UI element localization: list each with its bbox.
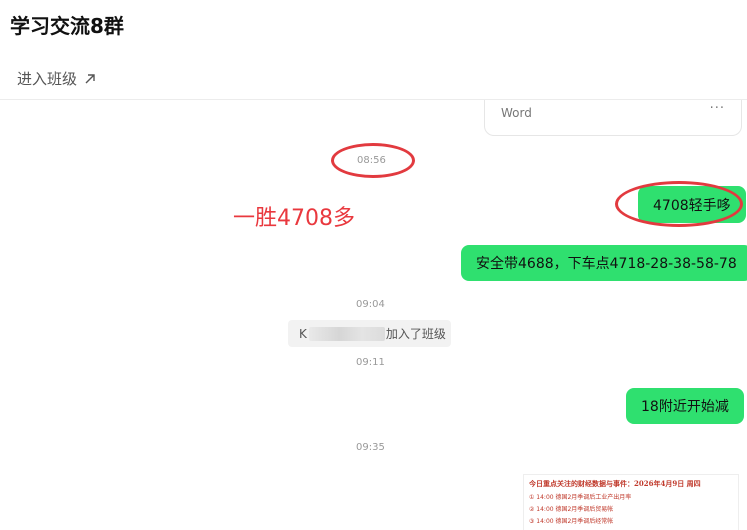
more-options-icon[interactable]: ···	[710, 101, 725, 116]
notice-text: 加入了班级	[385, 327, 446, 341]
image-doc-title: 今日重点关注的财经数据与事件：2026年4月9日 周四	[529, 479, 701, 488]
timestamp: 09:04	[356, 299, 385, 310]
image-doc-line: ③ 14:00 德国2月季调后经常帐	[529, 518, 614, 525]
annotation-circle-message	[615, 181, 743, 227]
message-bubble[interactable]: 18附近开始减	[626, 388, 744, 424]
message-bubble[interactable]: 安全带4688，下车点4718-28-38-58-78	[461, 245, 747, 281]
file-type-label: Word	[501, 106, 532, 120]
enter-class-label: 进入班级	[17, 70, 78, 88]
image-message[interactable]: 今日重点关注的财经数据与事件：2026年4月9日 周四 ① 14:00 德国2月…	[523, 474, 739, 530]
image-doc-line: ② 14:00 德国2月季调后贸易帐	[529, 506, 614, 513]
group-title: 学习交流8群	[10, 14, 124, 38]
chat-area[interactable]: Word ··· 08:56 一胜4708多 4708轻手哆 安全带4688，下…	[0, 100, 747, 530]
word-file-card[interactable]: Word ···	[484, 100, 742, 136]
chat-header: 学习交流8群 进入班级	[0, 0, 747, 100]
arrow-up-right-icon	[85, 73, 95, 83]
enter-class-link[interactable]: 进入班级	[17, 68, 97, 89]
blurred-username	[308, 326, 385, 341]
join-notice: K 加入了班级	[288, 320, 451, 347]
annotation-text: 一胜4708多	[233, 206, 355, 231]
notice-prefix: K	[299, 326, 307, 341]
image-doc-line: ① 14:00 德国2月季调后工业产出月率	[529, 494, 632, 501]
annotation-circle-time	[331, 143, 415, 178]
timestamp: 09:11	[356, 357, 385, 368]
timestamp: 09:35	[356, 442, 385, 453]
